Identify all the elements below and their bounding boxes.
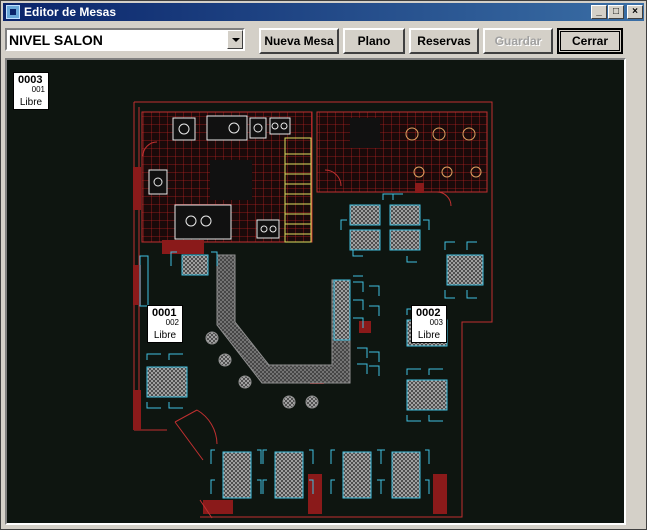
table-status: Libre bbox=[19, 97, 43, 108]
minimize-icon: _ bbox=[596, 6, 602, 17]
title-bar[interactable]: Editor de Mesas _ □ × bbox=[3, 3, 644, 21]
reservas-button[interactable]: Reservas bbox=[409, 28, 479, 54]
close-icon: × bbox=[632, 6, 638, 17]
maximize-icon: □ bbox=[612, 6, 620, 17]
floor-plan-canvas[interactable]: 0003 001 Libre 0001 002 Libre 0002 003 L… bbox=[5, 58, 626, 525]
editor-window: Editor de Mesas _ □ × NIVEL SALON Nueva … bbox=[0, 0, 647, 530]
cerrar-button[interactable]: Cerrar bbox=[557, 28, 623, 54]
table-code: 001 bbox=[31, 85, 45, 94]
window-title: Editor de Mesas bbox=[24, 5, 117, 19]
close-button[interactable]: × bbox=[627, 5, 643, 19]
restroom-area bbox=[316, 111, 488, 193]
bar-counter bbox=[216, 254, 351, 384]
plano-button[interactable]: Plano bbox=[343, 28, 405, 54]
table-status: Libre bbox=[153, 330, 177, 341]
floor-plan-drawing bbox=[133, 101, 493, 519]
level-select[interactable]: NIVEL SALON bbox=[5, 28, 245, 51]
chevron-down-icon[interactable] bbox=[227, 30, 243, 49]
table-tag-0002[interactable]: 0002 003 Libre bbox=[411, 305, 447, 343]
table-status: Libre bbox=[417, 330, 441, 341]
table-code: 003 bbox=[429, 318, 443, 327]
level-select-value: NIVEL SALON bbox=[9, 32, 103, 48]
table-tag-0001[interactable]: 0001 002 Libre bbox=[147, 305, 183, 343]
maximize-button[interactable]: □ bbox=[608, 5, 624, 19]
table-code: 002 bbox=[165, 318, 179, 327]
minimize-button[interactable]: _ bbox=[591, 5, 607, 19]
nueva-mesa-button[interactable]: Nueva Mesa bbox=[259, 28, 339, 54]
right-panel-strip bbox=[626, 58, 644, 525]
app-icon bbox=[6, 5, 20, 19]
guardar-button[interactable]: Guardar bbox=[483, 28, 553, 54]
table-tag-0003[interactable]: 0003 001 Libre bbox=[13, 72, 49, 110]
